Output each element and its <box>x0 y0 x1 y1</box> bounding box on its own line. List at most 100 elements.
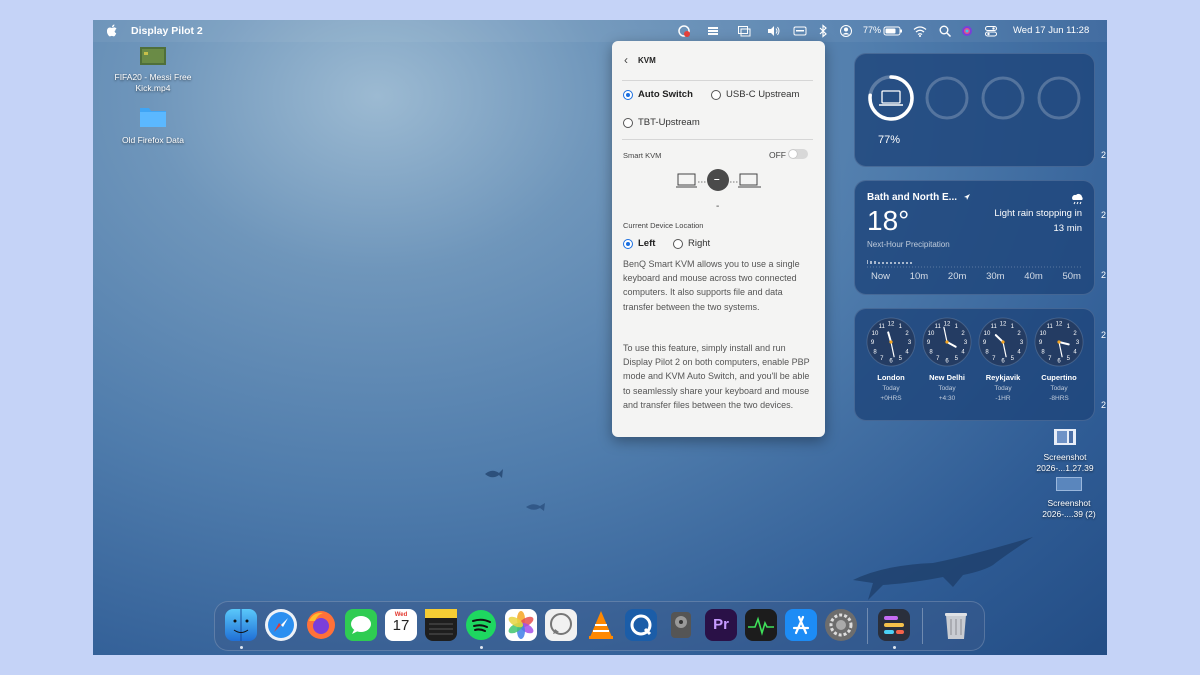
clock-offset: +4:30 <box>938 395 956 402</box>
radio-auto-switch[interactable]: Auto Switch <box>623 89 693 100</box>
radio-location-right[interactable]: Right <box>673 238 710 249</box>
svg-text:10: 10 <box>1040 331 1047 337</box>
menubar-clock[interactable]: Wed 17 Jun 11:28 <box>1013 25 1089 36</box>
desktop-file-label: FIFA20 - Messi Free Kick.mp4 <box>114 72 192 93</box>
radio-selected-icon <box>623 89 633 100</box>
clock-offset: +0HRS <box>880 395 902 402</box>
clock-day: Today <box>882 385 900 392</box>
widget-edge-label: 2 <box>1101 330 1107 340</box>
rain-cloud-icon <box>1072 193 1083 205</box>
world-clock: 1 2 3 4 5 6 7 8 9 10 11 12 New Delhi Today +4:30 <box>920 317 974 402</box>
radio-tbt-upstream[interactable]: TBT-Upstream <box>623 117 700 128</box>
messages-icon[interactable] <box>345 609 377 641</box>
world-clock-widget[interactable]: 1 2 3 4 5 6 7 8 9 10 11 12 London Today +0HRS 1 2 3 4 5 6 7 8 9… <box>854 308 1095 421</box>
smart-kvm-toggle[interactable] <box>788 149 808 159</box>
radio-label: USB-C Upstream <box>726 89 800 100</box>
precipitation-subtitle: Next-Hour Precipitation <box>867 240 950 249</box>
whatsapp-icon[interactable] <box>545 609 577 641</box>
firefox-icon[interactable] <box>305 609 337 641</box>
clock-offset: -1HR <box>995 395 1011 402</box>
spotlight-search-icon[interactable] <box>938 24 952 38</box>
svg-text:12: 12 <box>888 322 895 328</box>
smart-kvm-state: OFF <box>769 150 786 160</box>
vlc-icon[interactable] <box>585 609 617 641</box>
weather-condition-time: 13 min <box>1053 223 1082 234</box>
user-account-icon[interactable] <box>839 24 853 38</box>
desktop-screenshot-2[interactable]: Screenshot 2026-....39 (2) <box>1029 477 1107 520</box>
dock: Wed 17 Pr <box>214 601 985 651</box>
safari-icon[interactable] <box>265 609 297 641</box>
laptop-icon <box>879 90 903 106</box>
activity-monitor-icon[interactable] <box>745 609 777 641</box>
disk-utility-icon[interactable] <box>665 609 697 641</box>
left-laptop-icon <box>676 173 697 188</box>
clock-city: Cupertino <box>1041 373 1077 382</box>
screen-mirroring-icon[interactable] <box>737 24 751 38</box>
widget-edge-label: 2 <box>1101 270 1107 280</box>
calendar-day: 17 <box>392 617 410 634</box>
keyboard-icon[interactable] <box>793 24 807 38</box>
svg-text:12: 12 <box>1000 322 1007 328</box>
desktop-file-video[interactable]: FIFA20 - Messi Free Kick.mp4 <box>113 47 193 94</box>
radio-unselected-icon <box>711 89 721 100</box>
bluetooth-icon[interactable] <box>816 24 830 38</box>
analog-clock-face: 1234567891011 12 <box>978 317 1028 367</box>
clock-day: Today <box>938 385 956 392</box>
wifi-icon[interactable] <box>913 24 927 38</box>
time-label: 10m <box>909 271 929 282</box>
screenshot-file-icon <box>1056 477 1082 491</box>
system-settings-icon[interactable] <box>825 609 857 641</box>
volume-icon[interactable] <box>766 24 780 38</box>
folder-icon <box>140 108 166 127</box>
time-label: 40m <box>1024 271 1043 282</box>
calendar-icon[interactable]: Wed 17 <box>385 609 417 641</box>
battery-widget-percent: 77% <box>878 134 901 146</box>
screenshot-file-icon <box>1054 429 1076 445</box>
analog-clock-face: 1234567891011 12 <box>1034 317 1084 367</box>
shark-wallpaper-art <box>853 537 1033 600</box>
photos-icon[interactable] <box>505 609 537 641</box>
svg-text:11: 11 <box>1047 324 1054 330</box>
display-pilot-status-icon[interactable] <box>677 24 691 38</box>
battery-widget[interactable]: 77% <box>854 53 1095 167</box>
spotify-icon[interactable] <box>465 609 497 641</box>
svg-text:10: 10 <box>872 331 879 337</box>
active-app-name[interactable]: Display Pilot 2 <box>131 25 203 37</box>
radio-usb-c-upstream[interactable]: USB-C Upstream <box>711 89 799 100</box>
running-indicator <box>480 646 483 649</box>
svg-text:10: 10 <box>984 331 991 337</box>
time-label: 30m <box>986 271 1005 282</box>
battery-ring <box>868 75 914 121</box>
time-label: 20m <box>947 271 967 282</box>
notes-icon[interactable] <box>425 609 457 641</box>
world-clock: 1 2 3 4 5 6 7 8 9 10 11 12 Cupertino Today -8HRS <box>1032 317 1086 402</box>
svg-text:11: 11 <box>935 324 942 330</box>
dock-separator <box>867 608 868 644</box>
trash-icon[interactable] <box>940 609 972 641</box>
desktop-folder[interactable]: Old Firefox Data <box>113 104 193 146</box>
finder-icon[interactable] <box>225 609 257 641</box>
clock-city: London <box>877 373 905 382</box>
radio-selected-icon <box>623 238 633 249</box>
desktop-screenshot-label: Screenshot 2026-....39 (2) <box>1042 498 1096 519</box>
control-strip-icon[interactable] <box>706 24 720 38</box>
running-indicator <box>240 646 243 649</box>
location-arrow-icon <box>964 194 970 200</box>
control-center-icon[interactable] <box>984 24 998 38</box>
desktop-folder-label: Old Firefox Data <box>122 135 184 145</box>
siri-icon[interactable] <box>960 24 974 38</box>
widget-edge-label: 2 <box>1101 150 1107 160</box>
desktop-screenshot-1[interactable]: Screenshot 2026-...1.27.39 <box>1025 429 1105 474</box>
battery-icon[interactable] <box>883 24 903 38</box>
display-pilot-icon[interactable] <box>878 609 910 641</box>
svg-text:11: 11 <box>991 324 998 330</box>
app-store-icon[interactable] <box>785 609 817 641</box>
smart-kvm-label: Smart KVM <box>623 151 662 160</box>
clock-city: New Delhi <box>929 373 965 382</box>
premiere-pro-icon[interactable]: Pr <box>705 609 737 641</box>
weather-widget[interactable]: Bath and North E... 18° Light rain stopp… <box>854 180 1095 295</box>
apple-menu-icon[interactable] <box>107 24 118 37</box>
svg-text:12: 12 <box>1056 322 1063 328</box>
radio-location-left[interactable]: Left <box>623 238 655 249</box>
quicktime-icon[interactable] <box>625 609 657 641</box>
